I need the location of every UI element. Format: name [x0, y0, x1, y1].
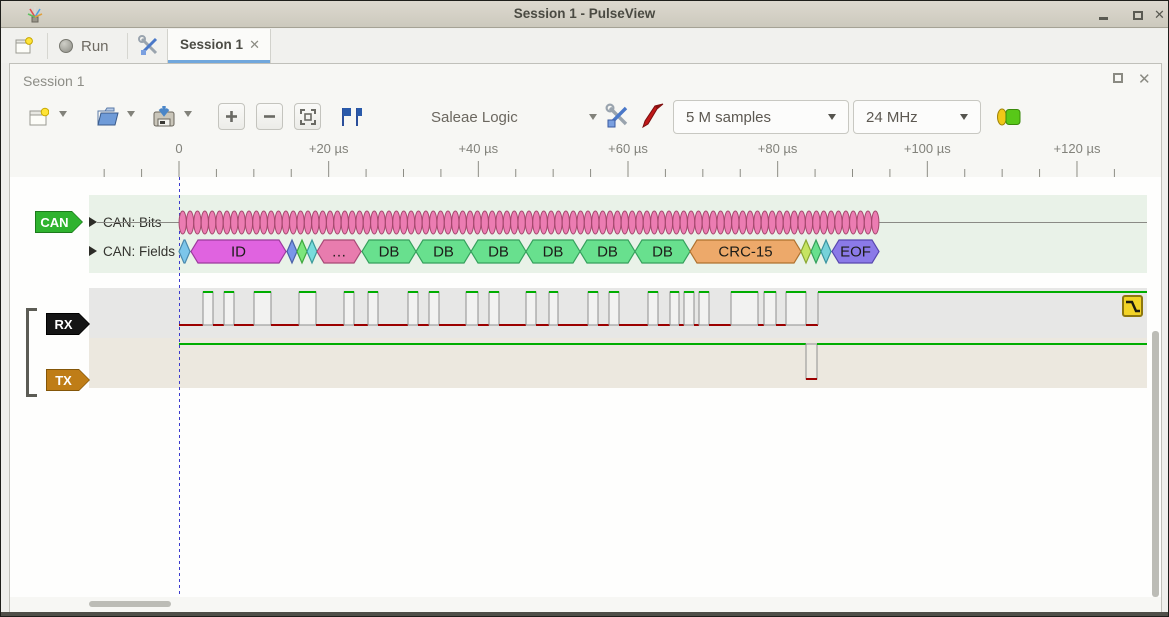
svg-text:DB: DB	[433, 244, 454, 261]
pulseview-window: Session 1 - PulseView ✕ Run	[0, 0, 1169, 617]
svg-text:DB: DB	[652, 244, 673, 261]
falling-edge-trigger-icon	[1124, 297, 1141, 315]
window-bottom-edge	[1, 612, 1168, 616]
trace-canvas[interactable]: ID … DB DB DB DB DB DB CRC-15 EOF	[1, 1, 1169, 617]
svg-text:DB: DB	[488, 244, 509, 261]
trigger-marker[interactable]	[1122, 295, 1143, 317]
svg-text:DB: DB	[379, 244, 400, 261]
vertical-scrollbar[interactable]	[1152, 331, 1159, 597]
svg-text:…: …	[332, 244, 347, 261]
svg-text:ID: ID	[231, 244, 246, 261]
svg-text:DB: DB	[597, 244, 618, 261]
svg-text:CRC-15: CRC-15	[718, 244, 772, 261]
svg-text:EOF: EOF	[840, 244, 871, 261]
horizontal-scrollbar[interactable]	[89, 601, 171, 607]
svg-text:DB: DB	[543, 244, 564, 261]
